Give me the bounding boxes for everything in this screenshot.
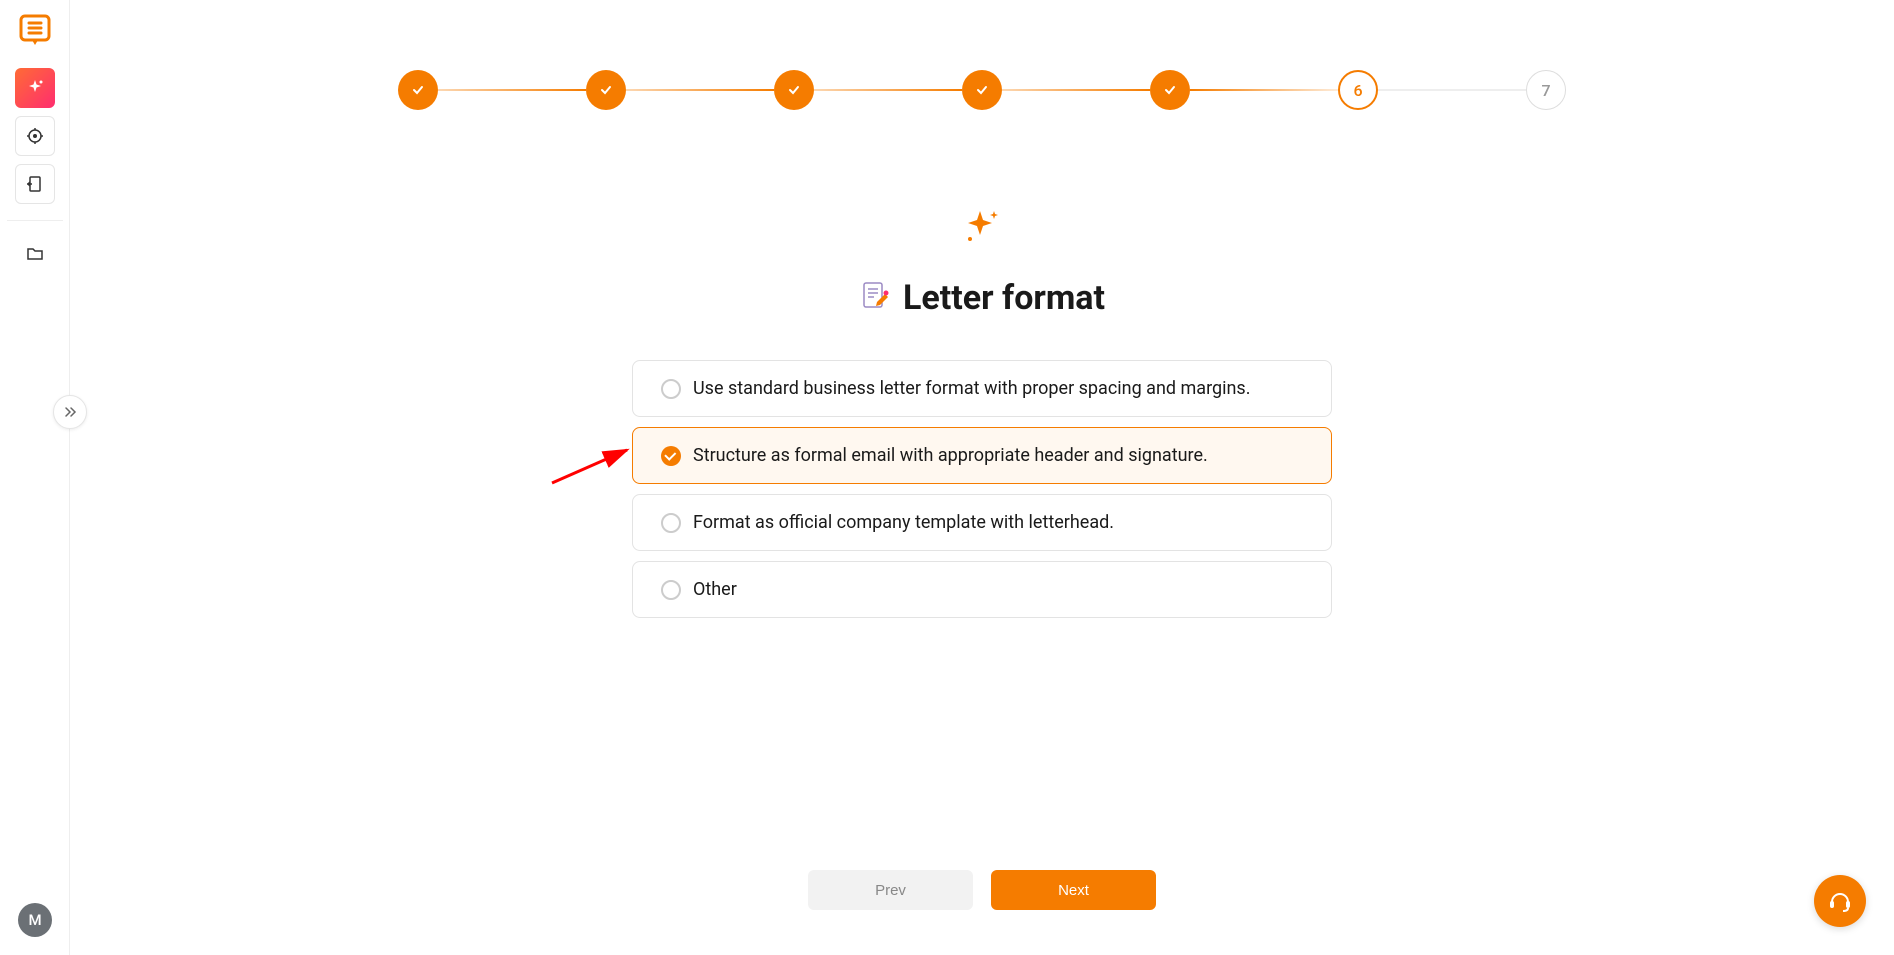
nav-item-2[interactable]	[15, 116, 55, 156]
sparkle-icon	[960, 205, 1004, 253]
radio-icon	[661, 446, 681, 466]
option-label: Structure as formal email with appropria…	[693, 445, 1208, 466]
option-standard-letter[interactable]: Use standard business letter format with…	[632, 360, 1332, 417]
option-label: Use standard business letter format with…	[693, 378, 1250, 399]
prev-button[interactable]: Prev	[808, 870, 973, 910]
radio-icon	[661, 580, 681, 600]
step-connector	[1002, 89, 1150, 91]
main-content: 6 7 Letter format Use standard business …	[70, 0, 1894, 955]
step-7[interactable]: 7	[1526, 70, 1566, 110]
step-connector	[626, 89, 774, 91]
step-3[interactable]	[774, 70, 814, 110]
step-connector	[438, 89, 586, 91]
sidebar	[0, 0, 70, 955]
step-connector	[814, 89, 962, 91]
step-connector	[1190, 89, 1338, 91]
step-2[interactable]	[586, 70, 626, 110]
option-other[interactable]: Other	[632, 561, 1332, 618]
nav-folder[interactable]	[15, 233, 55, 273]
app-logo[interactable]	[17, 12, 53, 48]
headset-icon	[1827, 888, 1853, 914]
option-formal-email[interactable]: Structure as formal email with appropria…	[632, 427, 1332, 484]
step-connector	[1378, 89, 1526, 91]
step-5[interactable]	[1150, 70, 1190, 110]
footer-buttons: Prev Next	[808, 870, 1156, 910]
page-title: Letter format	[903, 278, 1105, 318]
nav-ai-sparkle[interactable]	[15, 68, 55, 108]
option-label: Format as official company template with…	[693, 512, 1114, 533]
step-4[interactable]	[962, 70, 1002, 110]
arrow-annotation	[547, 438, 637, 488]
options-group: Use standard business letter format with…	[632, 360, 1332, 628]
nav-item-3[interactable]	[15, 164, 55, 204]
nav-divider	[7, 220, 63, 221]
radio-icon	[661, 513, 681, 533]
help-fab[interactable]	[1814, 875, 1866, 927]
step-6[interactable]: 6	[1338, 70, 1378, 110]
user-avatar[interactable]: M	[18, 903, 52, 937]
radio-icon	[661, 379, 681, 399]
option-company-template[interactable]: Format as official company template with…	[632, 494, 1332, 551]
progress-stepper: 6 7	[70, 0, 1894, 110]
document-edit-icon	[859, 280, 891, 316]
step-1[interactable]	[398, 70, 438, 110]
option-label: Other	[693, 579, 737, 600]
next-button[interactable]: Next	[991, 870, 1156, 910]
